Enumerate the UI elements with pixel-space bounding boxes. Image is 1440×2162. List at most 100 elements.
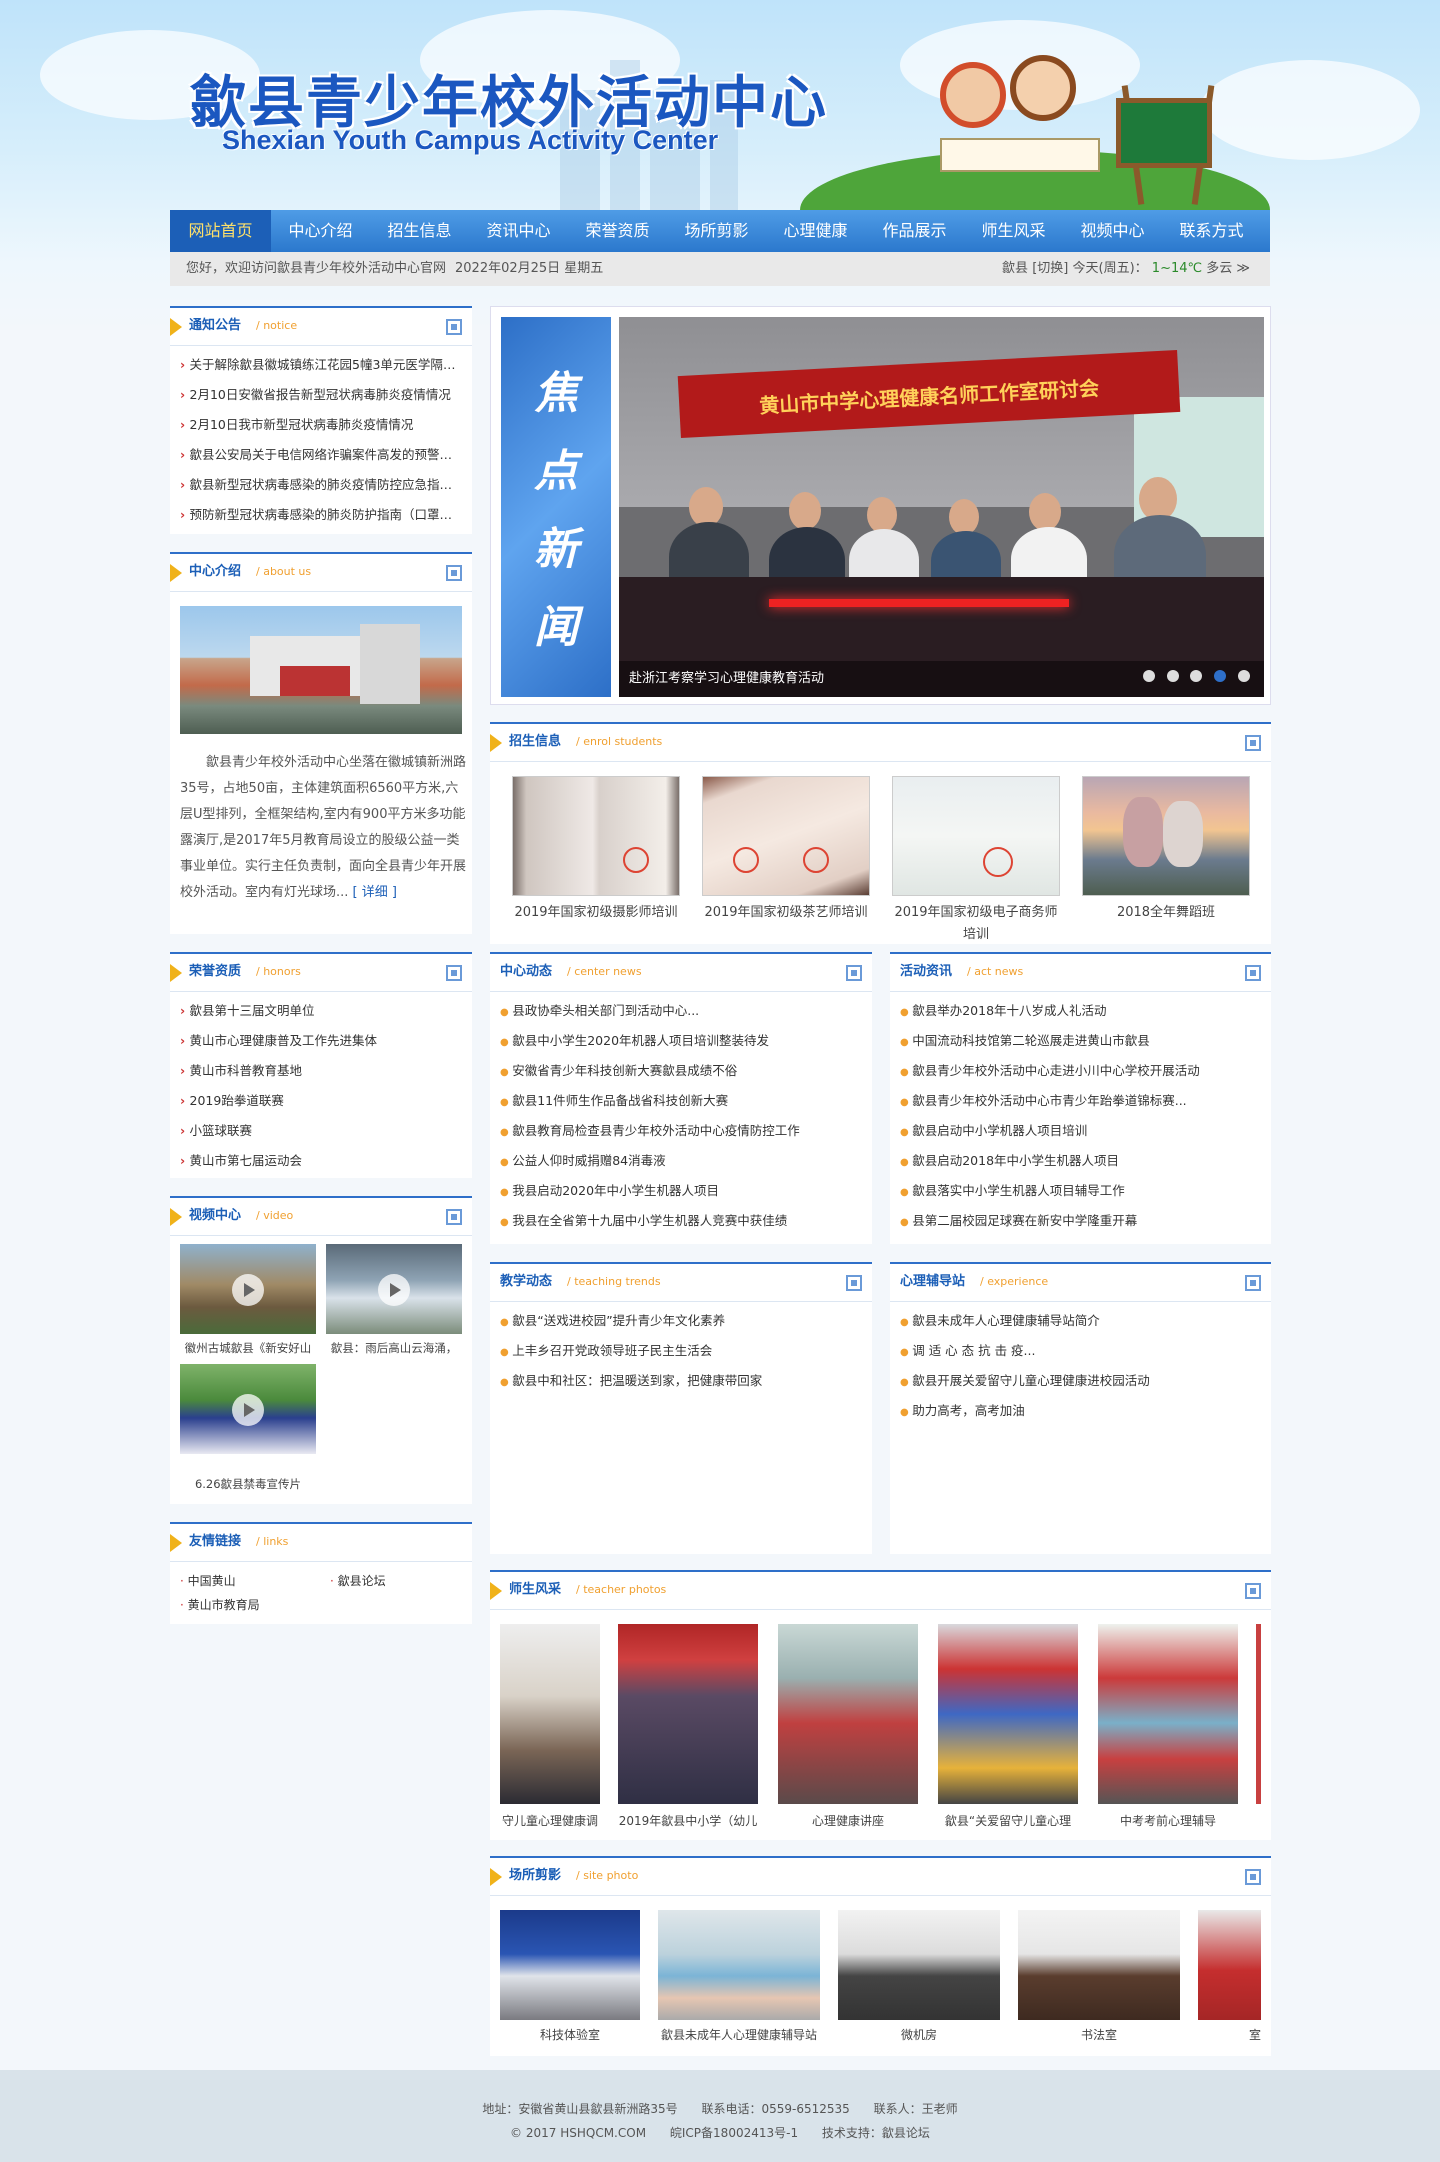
site-title[interactable]: 场所剪影: [509, 1858, 561, 1894]
video-caption[interactable]: 歙县：雨后高山云海涌，: [326, 1340, 462, 1356]
more-icon[interactable]: [1245, 1869, 1261, 1885]
teacher-photo[interactable]: [500, 1624, 600, 1804]
weather-switch-link[interactable]: [切换]: [1032, 261, 1068, 276]
nav-item-about[interactable]: 中心介绍: [271, 210, 370, 252]
site-photo[interactable]: [838, 1910, 1000, 2020]
site-caption[interactable]: 室: [1198, 2026, 1261, 2043]
video-caption[interactable]: 徽州古城歙县《新安好山: [180, 1340, 316, 1356]
list-item[interactable]: 县第二届校园足球赛在新安中学隆重开幕: [900, 1206, 1261, 1236]
more-icon[interactable]: [1245, 965, 1261, 981]
enrol-caption[interactable]: 2019年国家初级茶艺师培训: [701, 902, 871, 924]
more-icon[interactable]: [446, 965, 462, 981]
site-photo[interactable]: [658, 1910, 820, 2020]
link-item[interactable]: 黄山市教育局: [180, 1596, 260, 1613]
enrol-title[interactable]: 招生信息: [509, 724, 561, 760]
list-item[interactable]: 歙县教育局检查县青少年校外活动中心疫情防控工作: [500, 1116, 862, 1146]
list-item[interactable]: 黄山市第七届运动会: [180, 1146, 462, 1176]
slider-dot[interactable]: [1142, 670, 1155, 682]
more-icon[interactable]: [446, 1209, 462, 1225]
list-item[interactable]: 歙县启动中小学机器人项目培训: [900, 1116, 1261, 1146]
teacher-caption[interactable]: 心理健康讲座: [778, 1812, 918, 1829]
list-item[interactable]: 我县启动2020年中小学生机器人项目: [500, 1176, 862, 1206]
list-item[interactable]: 歙县青少年校外活动中心市青少年跆拳道锦标赛...: [900, 1086, 1261, 1116]
teacher-caption[interactable]: 中考考前心理辅导: [1098, 1812, 1238, 1829]
site-photo[interactable]: [1018, 1910, 1180, 2020]
footer-icp[interactable]: 皖ICP备18002413号-1: [670, 2126, 798, 2140]
list-item[interactable]: 歙县中小学生2020年机器人项目培训整装待发: [500, 1026, 862, 1056]
enrol-thumb[interactable]: [702, 776, 870, 896]
more-icon[interactable]: [446, 565, 462, 581]
about-building-photo[interactable]: [180, 606, 462, 734]
play-icon[interactable]: [378, 1274, 410, 1306]
list-item[interactable]: 歙县公安局关于电信网络诈骗案件高发的预警通报: [180, 440, 462, 470]
more-icon[interactable]: [846, 965, 862, 981]
list-item[interactable]: 歙县开展关爱留守儿童心理健康进校园活动: [900, 1366, 1261, 1396]
play-icon[interactable]: [232, 1274, 264, 1306]
enrol-thumb[interactable]: [1082, 776, 1250, 896]
notice-title[interactable]: 通知公告: [189, 308, 241, 344]
site-caption[interactable]: 书法室: [1018, 2026, 1180, 2043]
video-thumb[interactable]: [326, 1244, 462, 1334]
nav-item-honors[interactable]: 荣誉资质: [568, 210, 667, 252]
more-icon[interactable]: [1245, 1583, 1261, 1599]
teacher-photo[interactable]: [778, 1624, 918, 1804]
list-item[interactable]: 关于解除歙县徽城镇练江花园5幢3单元医学隔离...: [180, 350, 462, 380]
slider-dot[interactable]: [1166, 670, 1179, 682]
teacher-photo[interactable]: [618, 1624, 758, 1804]
video-thumb[interactable]: [180, 1244, 316, 1334]
nav-item-contact[interactable]: 联系方式: [1162, 210, 1261, 252]
list-item[interactable]: 2019跆拳道联赛: [180, 1086, 462, 1116]
act-news-title[interactable]: 活动资讯: [900, 954, 952, 990]
list-item[interactable]: 2月10日安徽省报告新型冠状病毒肺炎疫情情况: [180, 380, 462, 410]
teacher-caption[interactable]: 歙县“关爱留守儿童心理: [938, 1812, 1078, 1829]
site-caption[interactable]: 歙县未成年人心理健康辅导站: [658, 2026, 820, 2043]
teaching-title[interactable]: 教学动态: [500, 1264, 552, 1300]
weather-cond[interactable]: 多云 ≫: [1206, 261, 1250, 276]
site-caption[interactable]: 科技体验室: [500, 2026, 640, 2043]
teacher-photo[interactable]: [1098, 1624, 1238, 1804]
list-item[interactable]: 调 适 心 态 抗 击 疫...: [900, 1336, 1261, 1366]
teacher-photo[interactable]: [938, 1624, 1078, 1804]
list-item[interactable]: 歙县举办2018年十八岁成人礼活动: [900, 996, 1261, 1026]
list-item[interactable]: 2月10日我市新型冠状病毒肺炎疫情情况: [180, 410, 462, 440]
list-item[interactable]: 小篮球联赛: [180, 1116, 462, 1146]
list-item[interactable]: 中国流动科技馆第二轮巡展走进黄山市歙县: [900, 1026, 1261, 1056]
about-more-link[interactable]: [ 详细 ]: [353, 885, 397, 900]
list-item[interactable]: 我县在全省第十九届中小学生机器人竞赛中获佳绩: [500, 1206, 862, 1236]
footer-copyright[interactable]: © 2017 HSHQCM.COM: [510, 2126, 646, 2140]
links-title[interactable]: 友情链接: [189, 1524, 241, 1560]
video-caption[interactable]: 6.26歙县禁毒宣传片: [180, 1476, 316, 1492]
link-item[interactable]: 中国黄山: [180, 1572, 236, 1589]
nav-item-psy[interactable]: 心理健康: [766, 210, 865, 252]
nav-item-home[interactable]: 网站首页: [170, 210, 271, 252]
teacher-caption[interactable]: 守儿童心理健康调: [500, 1812, 600, 1829]
footer-support[interactable]: 技术支持：歙县论坛: [822, 2126, 930, 2140]
nav-item-enrol[interactable]: 招生信息: [370, 210, 469, 252]
focus-slide-image[interactable]: 黄山市中学心理健康名师工作室研讨会 赴浙江考察学习心理健康教育活动: [619, 317, 1264, 697]
nav-item-works[interactable]: 作品展示: [865, 210, 964, 252]
teacher-photo[interactable]: [1256, 1624, 1261, 1804]
site-caption[interactable]: 微机房: [838, 2026, 1000, 2043]
slider-dot[interactable]: [1238, 670, 1250, 682]
slider-dot[interactable]: [1190, 670, 1203, 682]
list-item[interactable]: 助力高考，高考加油: [900, 1396, 1261, 1426]
list-item[interactable]: 歙县新型冠状病毒感染的肺炎疫情防控应急指挥...: [180, 470, 462, 500]
video-title[interactable]: 视频中心: [189, 1198, 241, 1234]
enrol-caption[interactable]: 2018全年舞蹈班: [1081, 902, 1251, 924]
list-item[interactable]: 上丰乡召开党政领导班子民主生活会: [500, 1336, 862, 1366]
nav-item-video[interactable]: 视频中心: [1063, 210, 1162, 252]
list-item[interactable]: 黄山市心理健康普及工作先进集体: [180, 1026, 462, 1056]
enrol-thumb[interactable]: [892, 776, 1060, 896]
list-item[interactable]: 歙县落实中小学生机器人项目辅导工作: [900, 1176, 1261, 1206]
nav-item-site[interactable]: 场所剪影: [667, 210, 766, 252]
about-title[interactable]: 中心介绍: [189, 554, 241, 590]
enrol-thumb[interactable]: [512, 776, 680, 896]
nav-item-news[interactable]: 资讯中心: [469, 210, 568, 252]
more-icon[interactable]: [1245, 1275, 1261, 1291]
center-news-title[interactable]: 中心动态: [500, 954, 552, 990]
teacher-caption[interactable]: 2019年歙县中小学（幼儿: [618, 1812, 758, 1829]
list-item[interactable]: 预防新型冠状病毒感染的肺炎防护指南（口罩使...: [180, 500, 462, 530]
list-item[interactable]: 歙县中和社区：把温暖送到家，把健康带回家: [500, 1366, 862, 1396]
slider-dot-active[interactable]: [1214, 670, 1227, 682]
list-item[interactable]: 歙县青少年校外活动中心走进小川中心学校开展活动: [900, 1056, 1261, 1086]
